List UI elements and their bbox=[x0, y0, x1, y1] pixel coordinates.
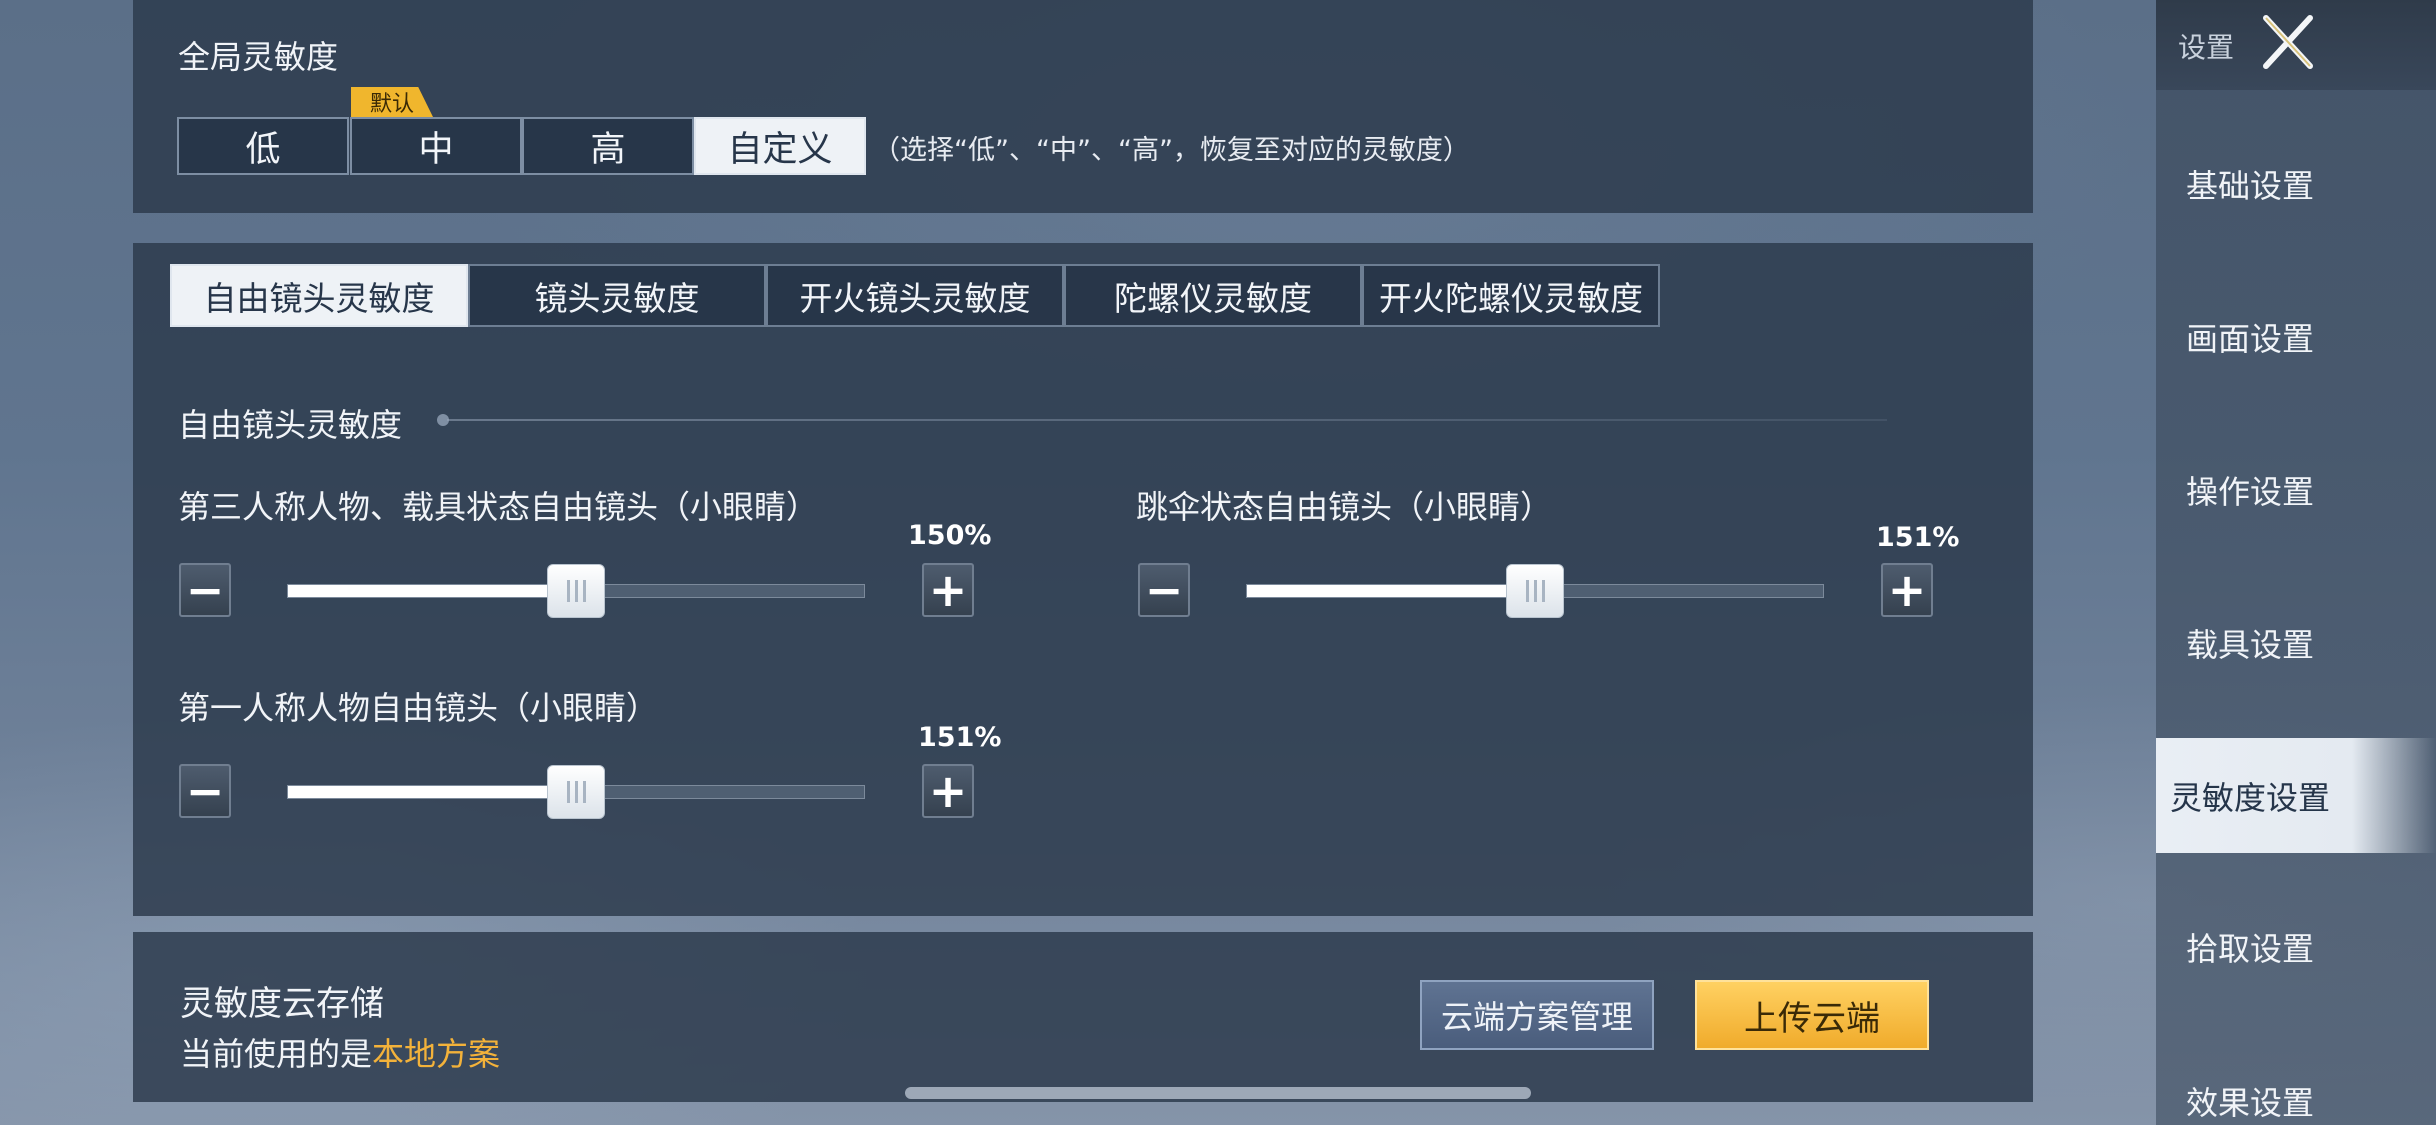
slider-label-parachute: 跳伞状态自由镜头（小眼睛） bbox=[1136, 488, 1553, 526]
slider-thumb[interactable] bbox=[547, 564, 605, 618]
upload-cloud-button[interactable]: 上传云端 bbox=[1695, 980, 1929, 1050]
sidebar-item-sensitivity[interactable]: 灵敏度设置 bbox=[2156, 738, 2436, 853]
minus-button[interactable]: − bbox=[1138, 563, 1190, 617]
minus-button[interactable]: − bbox=[179, 764, 231, 818]
slider-fill bbox=[288, 585, 576, 597]
slider-label-third-person: 第三人称人物、载具状态自由镜头（小眼睛） bbox=[178, 488, 819, 526]
sidebar-item-basic[interactable]: 基础设置 bbox=[2156, 126, 2436, 241]
slider-track-third-person[interactable] bbox=[287, 564, 865, 618]
slider-value-first-person: 151% bbox=[918, 722, 1002, 753]
plus-button[interactable]: + bbox=[922, 563, 974, 617]
plus-button[interactable]: + bbox=[1881, 563, 1933, 617]
preset-medium-button[interactable]: 中 bbox=[350, 117, 522, 175]
plus-button[interactable]: + bbox=[922, 764, 974, 818]
tab-gyroscope[interactable]: 陀螺仪灵敏度 bbox=[1064, 264, 1362, 327]
tab-fire-gyroscope[interactable]: 开火陀螺仪灵敏度 bbox=[1362, 264, 1660, 327]
sidebar-item-graphics[interactable]: 画面设置 bbox=[2156, 279, 2436, 394]
slider-thumb[interactable] bbox=[1506, 564, 1564, 618]
cloud-storage-title: 灵敏度云存储 bbox=[180, 984, 384, 1024]
sidebar-item-pickup[interactable]: 拾取设置 bbox=[2156, 889, 2436, 1004]
sidebar-item-effects[interactable]: 效果设置 bbox=[2156, 1040, 2436, 1125]
home-indicator[interactable] bbox=[905, 1087, 1531, 1099]
slider-fill bbox=[1247, 585, 1535, 597]
preset-low-button[interactable]: 低 bbox=[177, 117, 349, 175]
slider-thumb[interactable] bbox=[547, 765, 605, 819]
tab-free-camera[interactable]: 自由镜头灵敏度 bbox=[170, 264, 468, 327]
tab-fire-camera[interactable]: 开火镜头灵敏度 bbox=[766, 264, 1064, 327]
slider-value-parachute: 151% bbox=[1876, 522, 1960, 553]
minus-button[interactable]: − bbox=[179, 563, 231, 617]
section-divider bbox=[447, 419, 1887, 421]
sidebar-item-vehicle[interactable]: 载具设置 bbox=[2156, 585, 2436, 700]
preset-high-button[interactable]: 高 bbox=[522, 117, 694, 175]
tab-camera[interactable]: 镜头灵敏度 bbox=[468, 264, 766, 327]
slider-track-first-person[interactable] bbox=[287, 765, 865, 819]
close-icon[interactable] bbox=[2258, 14, 2318, 70]
current-plan-prefix: 当前使用的是 bbox=[180, 1035, 373, 1073]
slider-fill bbox=[288, 786, 576, 798]
slider-value-third-person: 150% bbox=[908, 520, 992, 551]
preset-hint: （选择“低”、“中”、“高”，恢复至对应的灵敏度） bbox=[873, 135, 1470, 166]
cloud-plan-manage-button[interactable]: 云端方案管理 bbox=[1420, 980, 1654, 1050]
slider-track-parachute[interactable] bbox=[1246, 564, 1824, 618]
current-plan-name: 本地方案 bbox=[372, 1035, 501, 1073]
section-title: 自由镜头灵敏度 bbox=[178, 406, 403, 444]
sensitivity-panel bbox=[133, 243, 2033, 916]
global-sensitivity-title: 全局灵敏度 bbox=[178, 38, 339, 76]
current-plan-text: 当前使用的是本地方案 bbox=[180, 1029, 500, 1075]
settings-header-title: 设置 bbox=[2178, 31, 2235, 64]
sidebar-item-controls[interactable]: 操作设置 bbox=[2156, 432, 2436, 547]
slider-label-first-person: 第一人称人物自由镜头（小眼睛） bbox=[178, 689, 659, 727]
preset-custom-button[interactable]: 自定义 bbox=[694, 117, 866, 175]
